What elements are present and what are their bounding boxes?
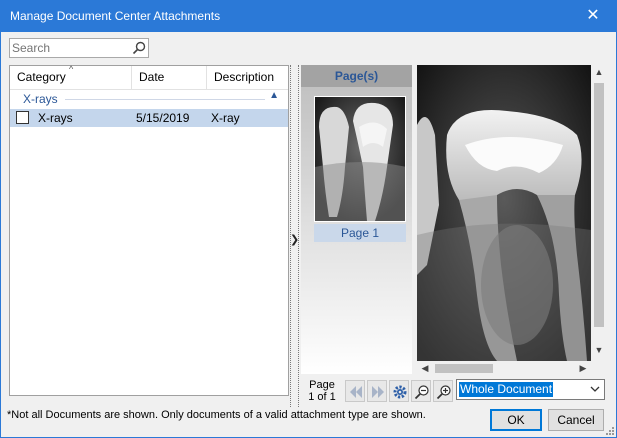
scroll-up-icon[interactable]: ▲ [591, 67, 607, 81]
search-input[interactable] [12, 40, 130, 56]
column-header-category[interactable]: ^ Category [10, 64, 132, 89]
expand-arrow-icon[interactable]: ❯ [290, 233, 299, 246]
xray-image [417, 65, 591, 361]
scroll-right-icon[interactable]: ▶ [577, 361, 589, 375]
collapse-icon[interactable]: ▲ [269, 90, 279, 101]
document-viewer[interactable] [417, 65, 591, 361]
scroll-thumb[interactable] [435, 364, 493, 373]
pages-header: Page(s) [301, 65, 412, 87]
last-page-button[interactable] [367, 380, 387, 402]
search-icon[interactable] [132, 41, 146, 55]
scroll-left-icon[interactable]: ◀ [419, 361, 431, 375]
column-header-description[interactable]: Description [207, 66, 288, 89]
last-page-icon [372, 386, 384, 398]
cancel-button[interactable]: Cancel [548, 409, 604, 431]
zoom-selected-value: Whole Document [459, 382, 554, 397]
page-counter-value: 1 of 1 [308, 391, 336, 403]
row-checkbox[interactable] [16, 111, 29, 124]
xray-thumbnail-image [315, 97, 405, 221]
settings-gear-icon [393, 385, 407, 399]
group-label: X-rays [23, 92, 58, 106]
column-header-label: Category [17, 70, 66, 84]
scroll-thumb[interactable] [594, 83, 604, 327]
attachment-list: ^ Category Date Description X-rays ▲ X-r… [9, 64, 289, 396]
settings-button[interactable] [389, 380, 409, 402]
page-counter: Page 1 of 1 [301, 379, 343, 403]
title-bar: Manage Document Center Attachments ✕ [1, 1, 616, 32]
ok-button[interactable]: OK [490, 409, 542, 431]
resize-grip-icon[interactable] [604, 425, 614, 435]
cell-description: X-ray [211, 111, 240, 125]
column-header-date[interactable]: Date [132, 66, 207, 89]
table-row[interactable]: X-rays 5/15/2019 X-ray [10, 109, 288, 127]
pages-panel: Page(s) Page 1 [301, 65, 412, 374]
first-page-button[interactable] [345, 380, 365, 402]
horizontal-scrollbar[interactable]: ◀ ▶ [417, 361, 591, 375]
scroll-down-icon[interactable]: ▼ [591, 345, 607, 359]
zoom-in-icon [436, 385, 451, 400]
first-page-icon [350, 386, 362, 398]
column-header-label: Date [139, 70, 165, 84]
zoom-in-button[interactable] [433, 380, 453, 402]
group-header-xrays[interactable]: X-rays ▲ [10, 90, 288, 108]
thumbnail-label[interactable]: Page 1 [314, 224, 406, 242]
dialog-window: Manage Document Center Attachments ✕ ^ C… [0, 0, 617, 438]
page-counter-label: Page [309, 379, 335, 391]
group-divider [65, 99, 265, 100]
sort-ascending-icon: ^ [69, 64, 74, 74]
window-title: Manage Document Center Attachments [10, 9, 221, 23]
zoom-dropdown[interactable]: Whole Document [456, 379, 605, 400]
footnote: *Not all Documents are shown. Only docum… [7, 409, 426, 421]
vertical-scrollbar[interactable]: ▲ ▼ [591, 65, 607, 361]
column-header-label: Description [214, 70, 275, 84]
list-header: ^ Category Date Description [10, 64, 288, 90]
zoom-out-button[interactable] [411, 380, 431, 402]
close-button[interactable]: ✕ [570, 1, 616, 32]
cell-date: 5/15/2019 [136, 111, 190, 125]
cell-category: X-rays [38, 111, 73, 125]
zoom-out-icon [414, 385, 429, 400]
page-thumbnail[interactable] [314, 96, 406, 222]
chevron-down-icon[interactable] [590, 383, 600, 395]
search-box [9, 38, 149, 58]
